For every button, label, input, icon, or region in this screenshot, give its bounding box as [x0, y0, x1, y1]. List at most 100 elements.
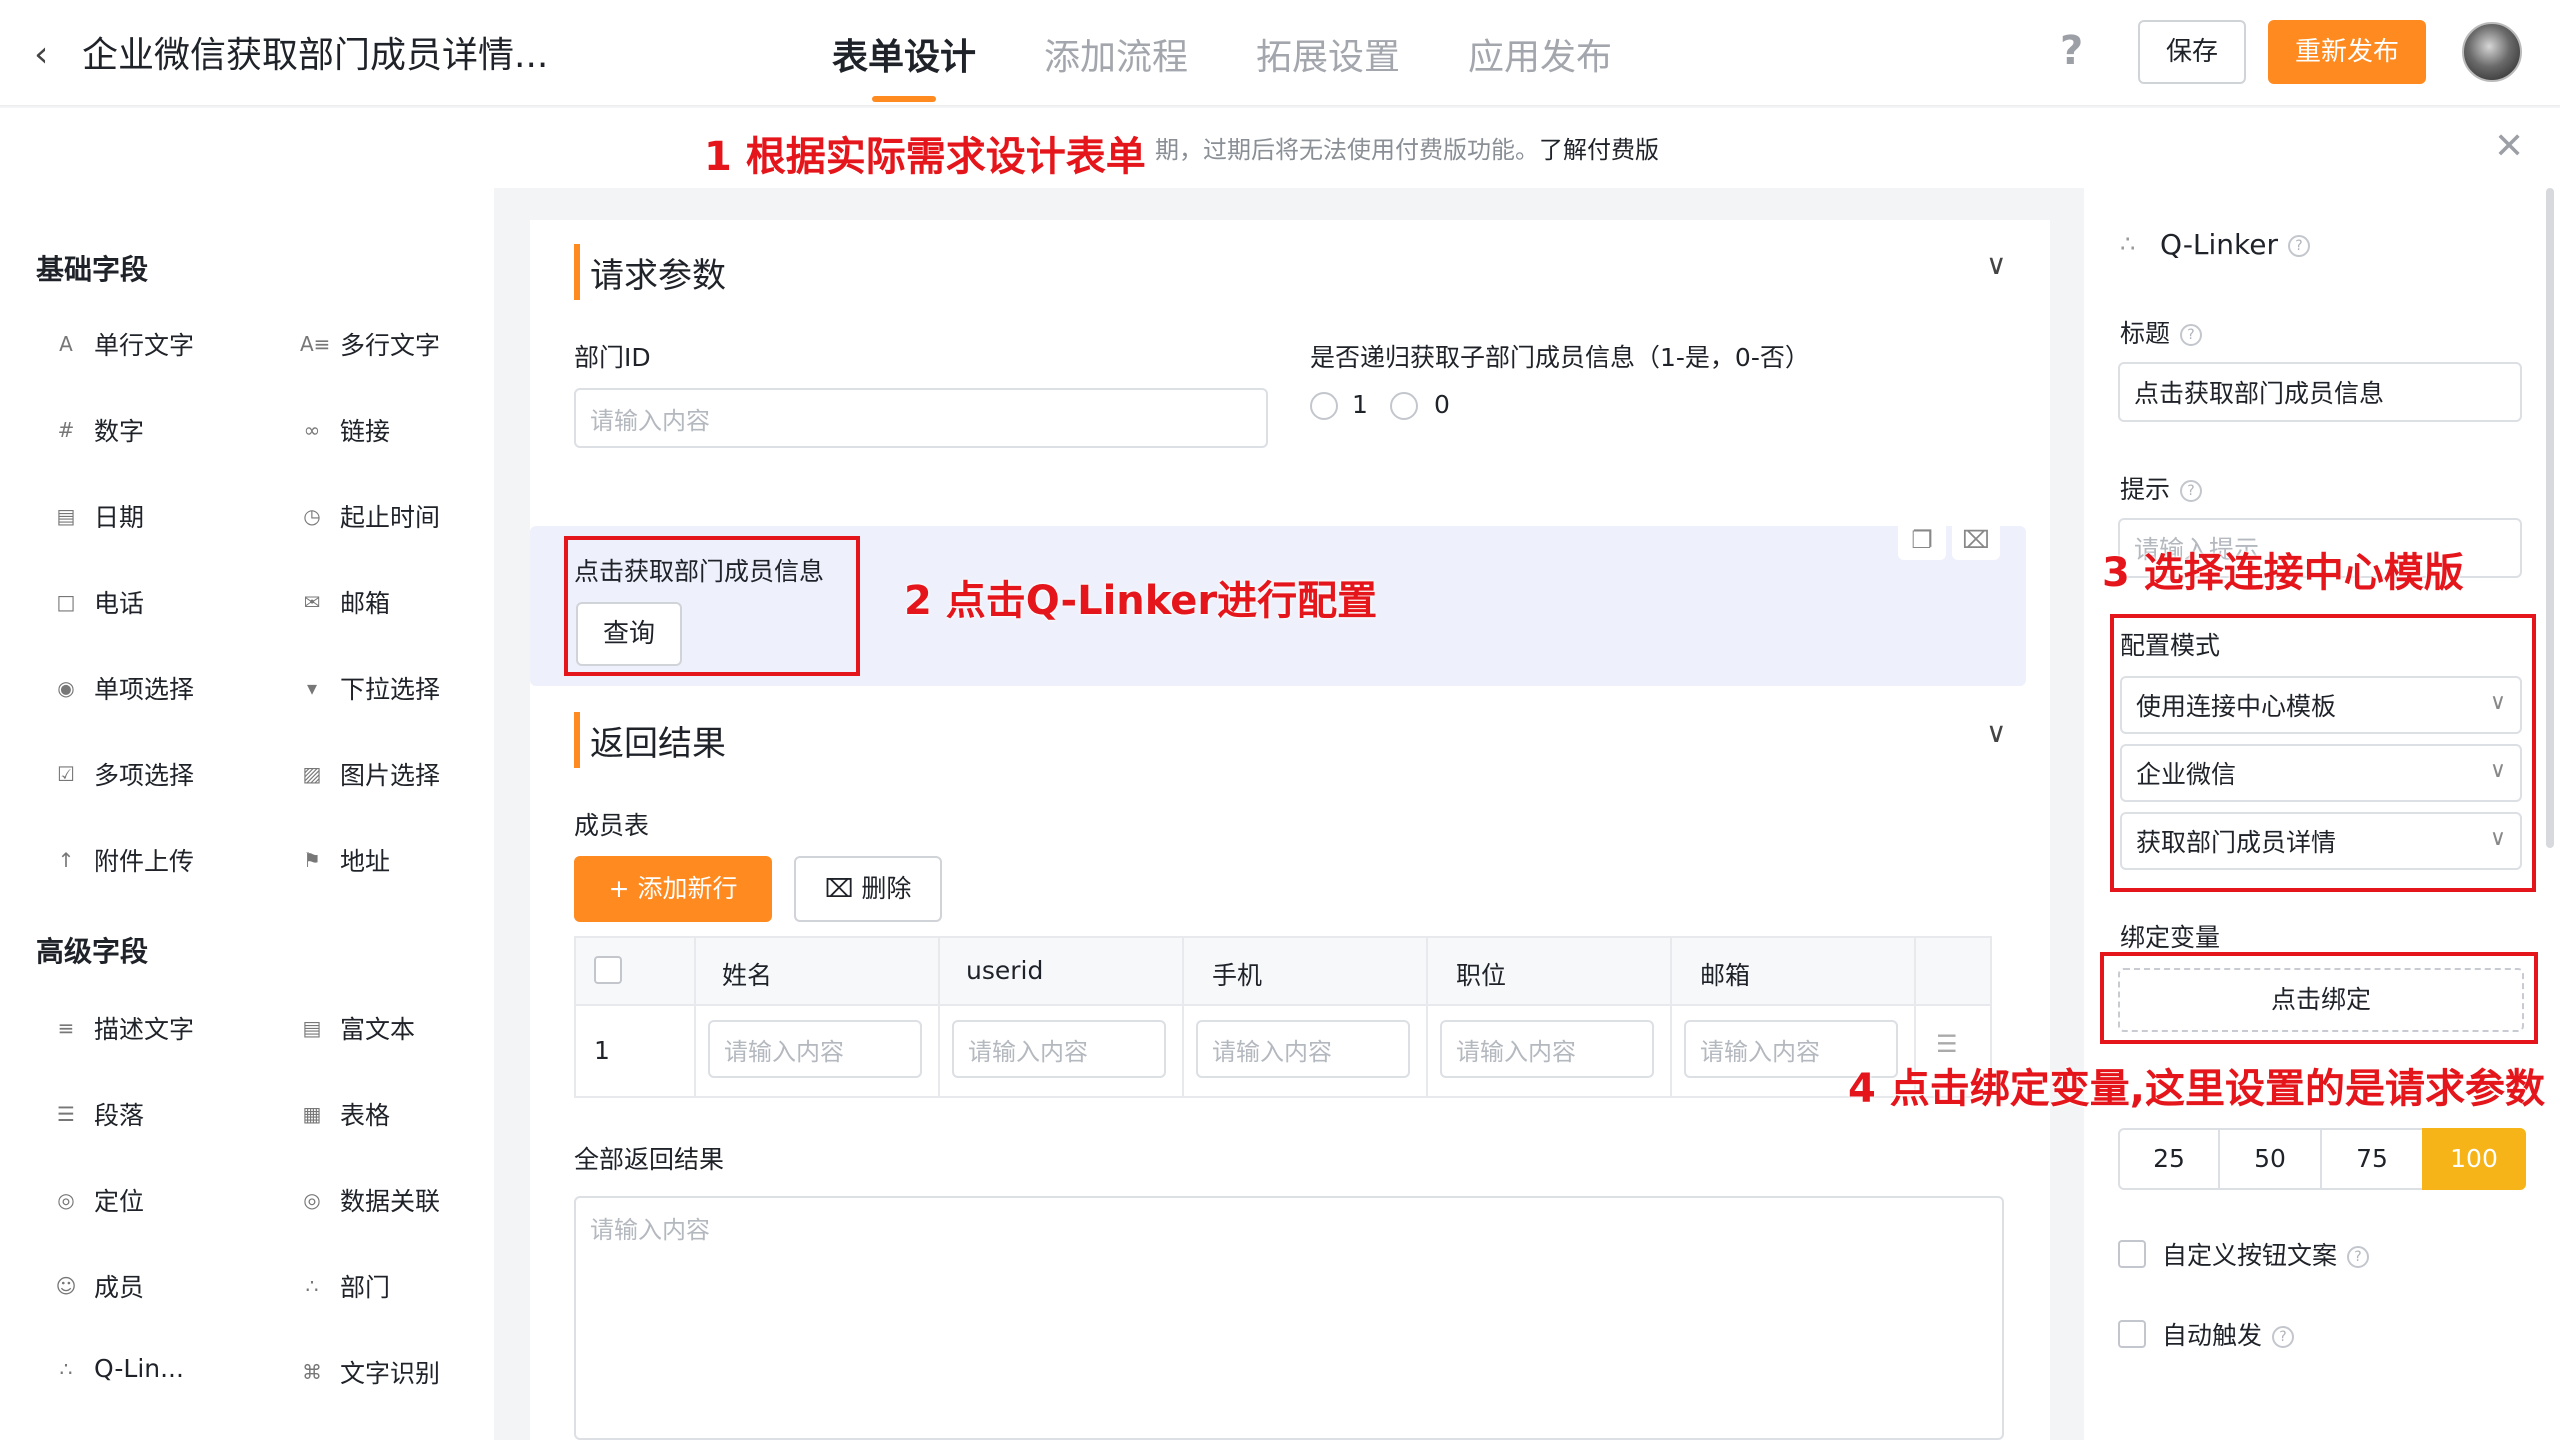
cell-input-userid[interactable]: 请输入内容 [952, 1020, 1166, 1078]
panel-scrollbar[interactable] [2546, 188, 2554, 848]
width-option-25[interactable]: 25 [2118, 1128, 2220, 1190]
app-title: 企业微信获取部门成员详情... [82, 35, 549, 76]
group-accent-bar [574, 244, 580, 300]
question-circle-icon[interactable]: ? [2180, 324, 2203, 346]
field-rich-text[interactable]: ▤ 富文本 [300, 1010, 415, 1046]
field-multi-choice[interactable]: ☑ 多项选择 [54, 756, 194, 792]
notice-bar: 期，过期后将无法使用付费版功能。了解付费版 ✕ [0, 108, 2560, 188]
field-email[interactable]: ✉ 邮箱 [300, 584, 390, 620]
width-option-75[interactable]: 75 [2320, 1128, 2424, 1190]
field-date[interactable]: ▤ 日期 [54, 498, 144, 534]
chevron-down-icon[interactable]: ∨ [1986, 248, 2007, 281]
dept-id-label: 部门ID [574, 343, 651, 372]
add-row-button[interactable]: + 添加新行 [574, 856, 772, 922]
width-option-100[interactable]: 100 [2422, 1128, 2526, 1190]
annotation-box-qlinker [564, 536, 860, 676]
org-chart-icon: ∴ [305, 1274, 319, 1298]
width-option-50[interactable]: 50 [2218, 1128, 2322, 1190]
field-address[interactable]: ⚑ 地址 [300, 842, 390, 878]
all-results-textarea[interactable]: 请输入内容 [574, 1196, 2004, 1440]
radio-option-0[interactable] [1390, 392, 1418, 420]
close-icon[interactable]: ✕ [2494, 126, 2524, 167]
tab-extend-settings[interactable]: 拓展设置 [1256, 28, 1400, 80]
description-icon: ≡ [57, 1016, 75, 1040]
field-single-text[interactable]: A 单行文字 [54, 326, 194, 362]
field-multi-text[interactable]: A≡ 多行文字 [300, 326, 440, 362]
chevron-down-icon[interactable]: ∨ [1986, 716, 2007, 749]
field-date-range[interactable]: ◷ 起止时间 [300, 498, 440, 534]
calendar-icon: ▤ [56, 504, 76, 528]
clock-icon: ◷ [303, 504, 321, 528]
form-canvas: 请求参数 ∨ 部门ID 请输入内容 是否递归获取子部门成员信息（1-是，0-否）… [530, 220, 2050, 1440]
field-upload[interactable]: ↑ 附件上传 [54, 842, 194, 878]
text-multiline-icon: A≡ [300, 332, 331, 356]
field-data-link[interactable]: ◎ 数据关联 [300, 1182, 440, 1218]
field-dropdown[interactable]: ▾ 下拉选择 [300, 670, 440, 706]
tab-app-publish[interactable]: 应用发布 [1468, 28, 1612, 80]
cell-input-phone[interactable]: 请输入内容 [1196, 1020, 1410, 1078]
tab-form-design[interactable]: 表单设计 [832, 28, 976, 80]
auto-trigger-label: 自动触发? [2162, 1316, 2295, 1352]
delete-row-button[interactable]: ⌧ 删除 [794, 856, 942, 922]
question-circle-icon[interactable]: ? [2272, 1326, 2295, 1348]
field-sidebar: 基础字段 A 单行文字 A≡ 多行文字 # 数字 ∞ 链接 ▤ 日期 ◷ 起止时间 □ 电话 … [0, 188, 494, 1440]
group-accent-bar [574, 712, 580, 768]
chevron-left-icon[interactable]: ‹ [34, 34, 48, 75]
radio-option-1[interactable] [1310, 392, 1338, 420]
avatar[interactable] [2462, 22, 2522, 82]
field-qlinker[interactable]: ∴ Q-Lin... [54, 1354, 184, 1383]
select-all-checkbox[interactable] [594, 956, 622, 984]
field-single-choice[interactable]: ◉ 单项选择 [54, 670, 194, 706]
field-table[interactable]: ▦ 表格 [300, 1096, 390, 1132]
cell-input-position[interactable]: 请输入内容 [1440, 1020, 1654, 1078]
annotation-step-1: 1 根据实际需求设计表单 [704, 134, 1146, 180]
field-location[interactable]: ◎ 定位 [54, 1182, 144, 1218]
field-ocr[interactable]: ⌘ 文字识别 [300, 1354, 440, 1390]
column-header-email: 邮箱 [1700, 961, 1751, 990]
paragraph-icon: ☰ [57, 1102, 75, 1126]
column-header-userid: userid [966, 956, 1044, 985]
question-circle-icon[interactable]: ? [2180, 480, 2203, 502]
trash-icon[interactable]: ⌧ [1952, 520, 2000, 560]
field-number[interactable]: # 数字 [54, 412, 144, 448]
field-phone[interactable]: □ 电话 [54, 584, 144, 620]
upload-icon: ↑ [57, 848, 75, 872]
link-icon: ∞ [303, 418, 321, 442]
row-menu-icon[interactable]: ☰ [1936, 1030, 1958, 1058]
field-description[interactable]: ≡ 描述文字 [54, 1010, 194, 1046]
question-circle-icon[interactable]: ? [2347, 1246, 2370, 1268]
dept-id-input[interactable]: 请输入内容 [574, 388, 1268, 448]
request-params-title: 请求参数 [590, 256, 726, 296]
question-circle-icon[interactable]: ? [2288, 235, 2311, 257]
title-input[interactable]: 点击获取部门成员信息 [2118, 362, 2522, 422]
auto-trigger-checkbox[interactable] [2118, 1320, 2146, 1348]
image-icon: ▨ [302, 762, 322, 786]
tab-add-process[interactable]: 添加流程 [1044, 28, 1188, 80]
custom-button-text-checkbox[interactable] [2118, 1240, 2146, 1268]
learn-paid-link[interactable]: 了解付费版 [1539, 136, 1659, 164]
trash-icon: ⌧ [824, 874, 862, 903]
column-divider [1426, 938, 1428, 1096]
share-nodes-icon: ∴ [59, 1356, 73, 1381]
field-link[interactable]: ∞ 链接 [300, 412, 390, 448]
column-divider [1182, 938, 1184, 1096]
republish-button[interactable]: 重新发布 [2268, 20, 2426, 84]
cell-input-name[interactable]: 请输入内容 [708, 1020, 922, 1078]
location-pin-icon: ◎ [57, 1188, 75, 1212]
table-icon: ▦ [302, 1102, 322, 1126]
field-image-choice[interactable]: ▨ 图片选择 [300, 756, 440, 792]
field-department[interactable]: ∴ 部门 [300, 1268, 390, 1304]
dropdown-icon: ▾ [306, 676, 318, 700]
annotation-step-3: 3 选择连接中心模版 [2102, 550, 2464, 596]
member-table-label: 成员表 [574, 811, 650, 840]
title-label: 标题? [2120, 314, 2203, 350]
text-line-icon: A [59, 332, 73, 356]
field-member[interactable]: ☺ 成员 [54, 1268, 144, 1304]
copy-icon[interactable]: ❐ [1898, 520, 1946, 560]
save-button[interactable]: 保存 [2138, 20, 2246, 84]
field-paragraph[interactable]: ☰ 段落 [54, 1096, 144, 1132]
annotation-box-bind-variable [2100, 952, 2538, 1044]
column-header-position: 职位 [1456, 961, 1507, 990]
component-name: Q-Linker? [2160, 228, 2311, 261]
help-icon[interactable]: ? [2060, 28, 2083, 74]
